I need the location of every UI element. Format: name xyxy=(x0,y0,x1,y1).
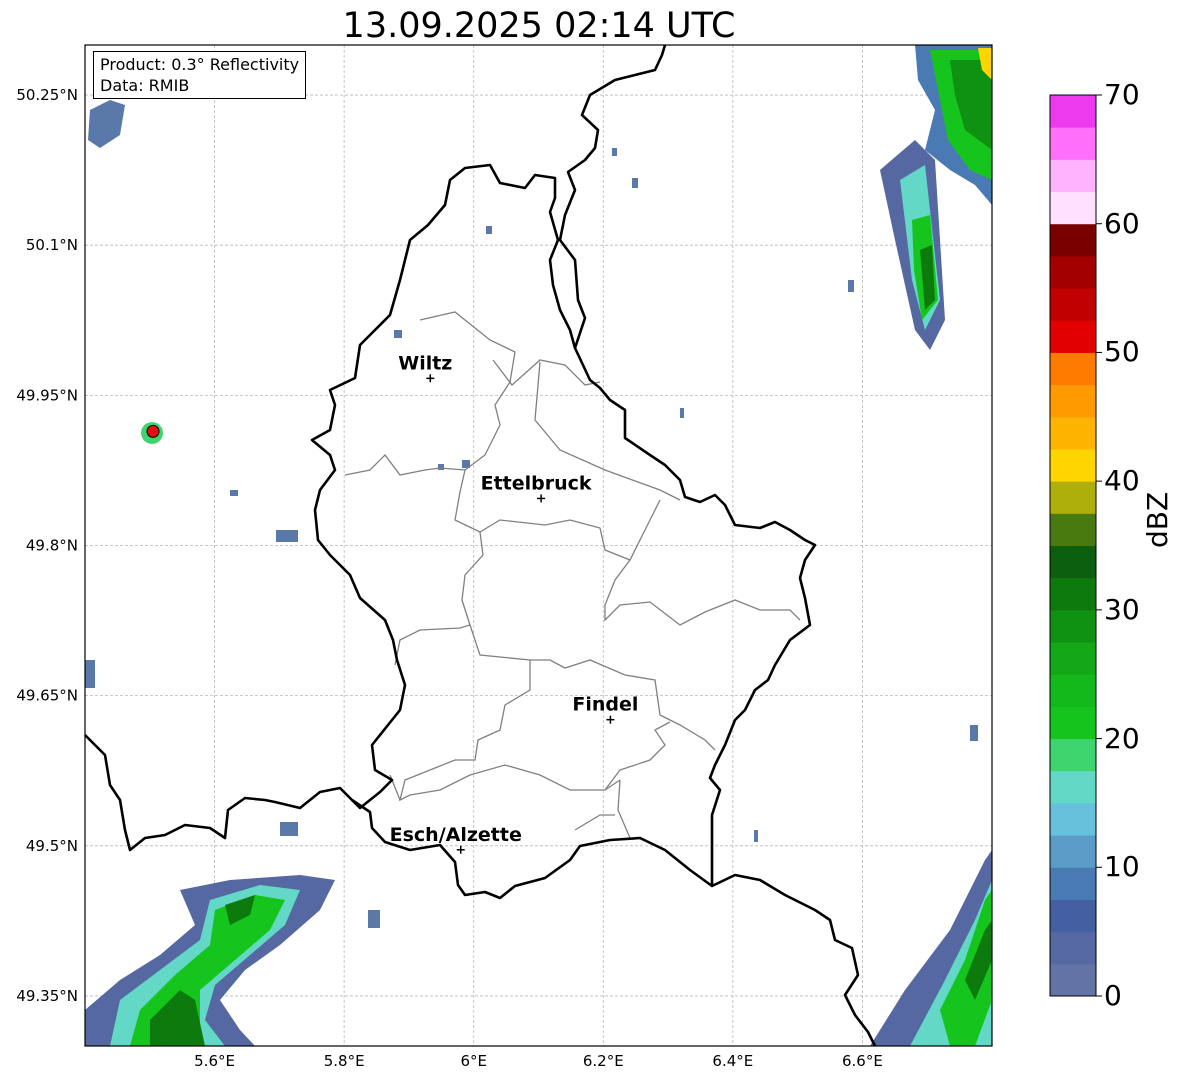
radar-map: WiltzEttelbruckFindelEsch/Alzette 5.6°E 5… xyxy=(16,44,1102,1070)
lon-tick-label: 6.6°E xyxy=(842,1052,883,1070)
colorbar-segment xyxy=(1050,835,1096,868)
colorbar xyxy=(1049,94,1102,997)
colorbar-segment xyxy=(1050,448,1096,482)
lat-tick-label: 49.5°N xyxy=(26,837,78,855)
colorbar-tick-label: 30 xyxy=(1104,592,1140,626)
colorbar-segment xyxy=(1050,481,1096,514)
city-marker xyxy=(537,494,546,503)
colorbar-segment xyxy=(1050,577,1096,611)
colorbar-segment xyxy=(1050,931,1096,965)
colorbar-tick-label: 0 xyxy=(1104,979,1122,1012)
colorbar-segment xyxy=(1050,963,1096,997)
product-info-box: Product: 0.3° Reflectivity Data: RMIB xyxy=(93,51,307,99)
data-source-label: Data: RMIB xyxy=(100,76,190,95)
city-label: Esch/Alzette xyxy=(390,824,522,846)
lat-tick-label: 49.65°N xyxy=(16,687,78,705)
colorbar-segment xyxy=(1050,416,1096,450)
echo-northeast xyxy=(880,45,992,350)
colorbar-segment xyxy=(1050,352,1096,386)
colorbar-label: dBZ xyxy=(1141,491,1174,548)
colorbar-segment xyxy=(1050,320,1096,353)
lat-tick-label: 50.25°N xyxy=(16,86,78,104)
colorbar-segment xyxy=(1050,513,1096,546)
colorbar-segment xyxy=(1050,706,1096,740)
lat-tick-label: 50.1°N xyxy=(26,236,78,254)
lon-tick-label: 5.8°E xyxy=(324,1052,365,1070)
colorbar-segment xyxy=(1050,384,1096,418)
colorbar-tick-label: 10 xyxy=(1104,850,1140,884)
echo-southeast xyxy=(870,850,992,1046)
product-label: Product: 0.3° Reflectivity xyxy=(100,55,300,74)
colorbar-tick-label: 20 xyxy=(1104,721,1140,755)
colorbar-segment xyxy=(1050,899,1096,933)
city-marker xyxy=(456,845,465,854)
city-marker xyxy=(606,715,615,724)
colorbar-tick-label: 60 xyxy=(1104,206,1140,240)
colorbar-segment xyxy=(1050,802,1096,836)
echo-southwest xyxy=(85,875,335,1046)
lat-tick-label: 49.95°N xyxy=(16,386,78,404)
colorbar-segment xyxy=(1050,609,1096,643)
colorbar-segment xyxy=(1050,288,1096,321)
axis-labels: 5.6°E 5.8°E 6°E 6.2°E 6.4°E 6.6°E 50.25°N 50.1°… xyxy=(16,86,883,1070)
colorbar-segment xyxy=(1050,255,1096,289)
lon-tick-label: 6°E xyxy=(460,1052,487,1070)
radar-site-marker xyxy=(141,422,163,444)
echo-scatter xyxy=(85,100,978,928)
colorbar-tick-label: 40 xyxy=(1104,464,1140,498)
city-label: Ettelbruck xyxy=(481,472,592,494)
lat-tick-label: 49.8°N xyxy=(26,537,78,555)
colorbar-segment xyxy=(1050,642,1096,675)
colorbar-tick-label: 70 xyxy=(1104,78,1140,111)
colorbar-segment xyxy=(1050,159,1096,193)
district-boundaries xyxy=(344,311,801,839)
colorbar-segment xyxy=(1050,770,1096,804)
colorbar-segment xyxy=(1050,545,1096,579)
lat-tick-label: 49.35°N xyxy=(16,987,78,1005)
colorbar-segment xyxy=(1050,191,1096,225)
colorbar-tick-label: 50 xyxy=(1104,335,1140,369)
city-label: Wiltz xyxy=(398,352,452,374)
colorbar-segment xyxy=(1050,223,1096,257)
colorbar-segment xyxy=(1050,95,1096,128)
lon-tick-label: 5.6°E xyxy=(194,1052,235,1070)
city-layer: Wiltz Ettelbruck Findel Esch/Alzette xyxy=(390,352,638,854)
lon-tick-label: 6.2°E xyxy=(583,1052,624,1070)
colorbar-segment xyxy=(1050,867,1096,900)
city-marker xyxy=(426,374,435,383)
colorbar-segment xyxy=(1050,127,1096,160)
city-label: Findel xyxy=(572,694,638,716)
colorbar-segment xyxy=(1050,738,1096,772)
colorbar-segment xyxy=(1050,674,1096,707)
lon-tick-label: 6.4°E xyxy=(712,1052,753,1070)
